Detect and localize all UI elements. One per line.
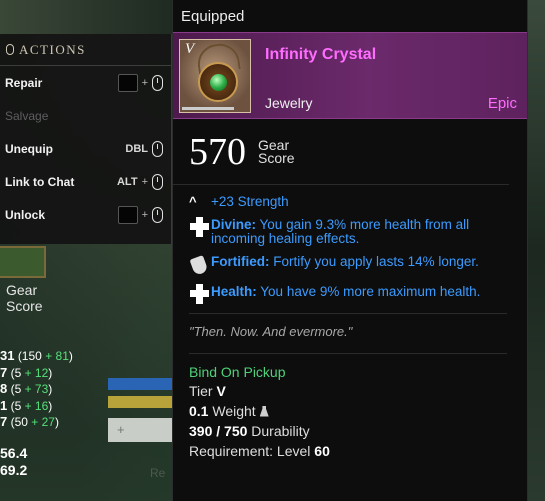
blue-bar (108, 378, 172, 390)
mouse-click-icon (152, 206, 163, 223)
flavor-text: "Then. Now. And evermore." (189, 323, 353, 339)
action-label: Repair (5, 75, 43, 90)
weight-row: 0.1 Weight (173, 400, 527, 420)
shield-icon (189, 254, 211, 277)
mouse-click-icon (152, 173, 163, 190)
actions-title: ACTIONS (19, 41, 86, 57)
perk-row: Health: You have 9% more maximum health. (189, 283, 511, 305)
left-stat-list: 31 (150 + 81) 7 (5 + 12) 8 (5 + 73) 1 (5… (0, 348, 73, 431)
action-label: Unlock (5, 207, 46, 222)
keybind-hint: + (117, 73, 163, 92)
action-label: Salvage (5, 108, 49, 123)
gear-score-label: Gear Score (258, 136, 295, 166)
requirement-row: Requirement: Level 60 (189, 442, 330, 459)
keybind-hint: ALT + (117, 173, 163, 190)
action-unlock[interactable]: Unlock + (0, 198, 171, 231)
gear-score-value: 570 (189, 130, 246, 173)
stat-row: 8 (5 + 73) (0, 381, 53, 396)
action-label: Link to Chat (5, 174, 75, 189)
amulet-icon: V (179, 39, 251, 113)
total-value: 69.2 (0, 462, 28, 478)
attribute-row: ^ +23 Strength (189, 194, 289, 209)
stat-row: 7 (5 + 12) (0, 364, 53, 380)
item-rarity: Epic (487, 95, 517, 112)
key-box (117, 205, 138, 224)
action-salvage: Salvage (0, 99, 171, 132)
item-name: Infinity Crystal (265, 46, 377, 63)
yellow-bar (108, 396, 172, 408)
tooltip-title: Equipped (181, 7, 245, 25)
left-gear-score-label: Gear Score (6, 282, 43, 314)
item-durability-bar (182, 107, 234, 110)
durability-row: 390 / 750 Durability (189, 422, 310, 439)
keybind-hint: + (117, 205, 163, 224)
action-unequip[interactable]: Unequip DBL (0, 132, 171, 165)
add-slot-button[interactable]: + (108, 418, 172, 442)
stat-row: 31 (150 + 81) (0, 348, 73, 363)
keybind-hint: DBL (125, 140, 163, 157)
mouse-click-icon (152, 74, 163, 91)
perk-row: Fortified: Fortify you apply lasts 14% l… (189, 254, 511, 277)
stat-row: 7 (50 + 27) (0, 414, 59, 429)
chevron-up-icon: ^ (189, 194, 197, 209)
action-repair[interactable]: Repair + (0, 66, 171, 99)
action-label: Unequip (5, 141, 53, 156)
plus-icon (189, 216, 211, 238)
mouse-icon (6, 44, 14, 55)
tier-row: Tier V (189, 382, 226, 399)
background-item-slot (0, 246, 46, 278)
background-strip (0, 0, 172, 34)
left-totals: 56.4 69.2 (0, 445, 27, 479)
item-type: Jewelry (265, 95, 313, 111)
total-value: 56.4 (0, 445, 28, 461)
plus-icon (189, 283, 211, 305)
tier-mark: V (185, 41, 195, 57)
attribute-list: ^ +23 Strength Divine: You gain 9.3% mor… (173, 185, 527, 305)
stat-row: 1 (5 + 16) (0, 397, 53, 413)
weight-icon (259, 405, 269, 417)
item-header: V Infinity Crystal Jewelry Epic (173, 32, 527, 119)
gear-score-block: 570 Gear Score (173, 119, 509, 185)
action-link-to-chat[interactable]: Link to Chat ALT + (0, 165, 171, 198)
ghost-text: Re (150, 466, 166, 480)
key-box (117, 73, 138, 92)
actions-header: ACTIONS (0, 34, 171, 66)
background-edge (528, 0, 545, 501)
gem-icon (210, 74, 227, 91)
perk-row: Divine: You gain 9.3% more health from a… (189, 216, 511, 247)
actions-menu: ACTIONS Repair + Salvage Unequip DBL Lin… (0, 34, 172, 244)
mouse-click-icon (152, 140, 163, 157)
bind-status: Bind On Pickup (189, 363, 286, 380)
item-tooltip: Equipped V Infinity Crystal Jewelry Epic… (172, 0, 528, 501)
pendant-icon (198, 62, 238, 102)
